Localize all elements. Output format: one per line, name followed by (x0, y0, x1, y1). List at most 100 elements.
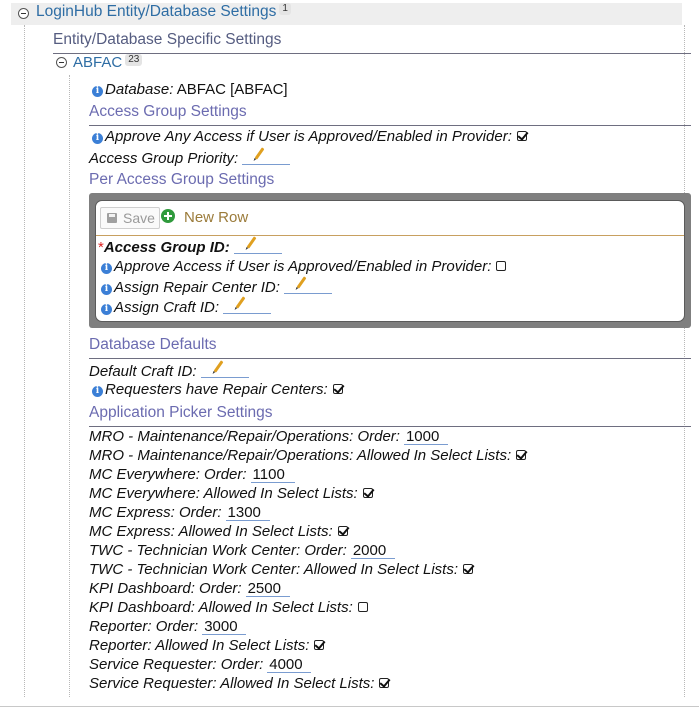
approve-any-access-checkbox[interactable] (516, 131, 527, 141)
access-group-id-label: Access Group ID: (103, 239, 230, 256)
save-button-label: Save (123, 210, 155, 226)
order-value-field[interactable]: 1300 (225, 505, 270, 521)
settings-header-title[interactable]: LoginHub Entity/Database Settings (36, 3, 276, 20)
assign-craft-field[interactable] (223, 296, 272, 314)
settings-count-badge: 1 (279, 3, 291, 15)
app-picker-label: Reporter: Allowed In Select Lists: (89, 637, 310, 654)
app-picker-row: MC Express: Allowed In Select Lists: (89, 523, 348, 540)
info-icon: i (92, 133, 103, 144)
app-picker-label: MC Express: Order: (89, 504, 222, 521)
access-group-priority-field[interactable] (242, 147, 291, 165)
order-value-field[interactable]: 1000 (403, 429, 448, 445)
pencil-icon (213, 360, 224, 373)
assign-craft-label: Assign Craft ID: (114, 299, 220, 316)
app-picker-row: KPI Dashboard: Order: 2500 (89, 580, 290, 597)
app-picker-label: TWC - Technician Work Center: Allowed In… (89, 561, 459, 578)
order-value-field[interactable]: 1100 (250, 467, 295, 483)
divider (89, 358, 691, 359)
default-craft-label: Default Craft ID: (89, 363, 197, 380)
app-picker-row: MRO - Maintenance/Repair/Operations: Ord… (89, 428, 448, 445)
approve-access-label: Approve Access if User is Approved/Enabl… (114, 258, 492, 275)
app-picker-label: MRO - Maintenance/Repair/Operations: Ord… (89, 428, 400, 445)
app-picker-label: MC Everywhere: Allowed In Select Lists: (89, 485, 358, 502)
assign-craft-row: i Assign Craft ID: (101, 296, 272, 316)
tree-guide (24, 25, 25, 697)
grid-header-divider (96, 235, 684, 236)
abfac-collapse-icon[interactable] (56, 57, 67, 68)
app-picker-row: MC Everywhere: Order: 1100 (89, 466, 295, 483)
app-picker-row: Service Requester: Order: 4000 (89, 656, 312, 673)
entity-section-title: Entity/Database Specific Settings (53, 31, 282, 48)
collapse-toggle-icon[interactable] (18, 8, 29, 19)
database-value: ABFAC [ABFAC] (176, 81, 288, 98)
requesters-row: i Requesters have Repair Centers: (92, 381, 343, 398)
info-icon: i (101, 284, 112, 295)
requesters-label: Requesters have Repair Centers: (105, 381, 328, 398)
access-group-id-field[interactable] (233, 236, 282, 254)
approve-access-row: i Approve Access if User is Approved/Enab… (101, 258, 507, 275)
order-value-field[interactable]: 2000 (350, 543, 395, 559)
save-button[interactable]: Save (100, 207, 160, 229)
app-picker-row: MC Express: Order: 1300 (89, 504, 270, 521)
app-picker-row: Reporter: Order: 3000 (89, 618, 247, 635)
app-picker-label: KPI Dashboard: Allowed In Select Lists: (89, 599, 353, 616)
info-icon: i (101, 263, 112, 274)
access-group-title: Access Group Settings (89, 103, 247, 120)
app-picker-label: MC Everywhere: Order: (89, 466, 247, 483)
app-picker-title: Application Picker Settings (89, 404, 273, 421)
app-picker-row: Reporter: Allowed In Select Lists: (89, 637, 325, 654)
order-value-field[interactable]: 3000 (202, 619, 247, 635)
abfac-node[interactable]: ABFAC 23 (73, 54, 143, 71)
divider (89, 426, 691, 427)
info-icon: i (92, 86, 103, 97)
app-picker-row: TWC - Technician Work Center: Allowed In… (89, 561, 474, 578)
pencil-icon (296, 276, 307, 289)
order-value-field[interactable]: 4000 (267, 657, 312, 673)
floppy-icon (107, 213, 117, 223)
allowed-checkbox[interactable] (337, 526, 348, 536)
assign-repair-center-label: Assign Repair Center ID: (114, 279, 280, 296)
database-label: Database: (105, 81, 174, 98)
approve-any-access-label: Approve Any Access if User is Approved/E… (105, 128, 512, 145)
order-value-field[interactable]: 2500 (245, 581, 290, 597)
app-picker-label: KPI Dashboard: Order: (89, 580, 242, 597)
app-picker-row: MC Everywhere: Allowed In Select Lists: (89, 485, 373, 502)
per-access-group-title: Per Access Group Settings (89, 171, 275, 188)
allowed-checkbox[interactable] (357, 602, 368, 612)
bottom-border (0, 706, 699, 707)
pencil-icon (235, 296, 246, 309)
info-icon: i (101, 304, 112, 315)
allowed-checkbox[interactable] (516, 450, 527, 460)
app-picker-label: MRO - Maintenance/Repair/Operations: All… (89, 447, 512, 464)
divider (53, 53, 691, 54)
access-group-priority-row: Access Group Priority: (89, 147, 291, 167)
settings-header[interactable]: LoginHub Entity/Database Settings 1 (36, 3, 291, 21)
app-picker-label: Service Requester: Order: (89, 656, 264, 673)
allowed-checkbox[interactable] (362, 488, 373, 498)
approve-any-access-row: i Approve Any Access if User is Approved/… (92, 128, 527, 145)
app-picker-label: MC Express: Allowed In Select Lists: (89, 523, 333, 540)
allowed-checkbox[interactable] (379, 678, 390, 688)
access-group-priority-label: Access Group Priority: (89, 150, 239, 167)
database-row: i Database: ABFAC [ABFAC] (92, 81, 288, 98)
requesters-checkbox[interactable] (332, 384, 343, 394)
pencil-icon (246, 236, 257, 249)
pencil-icon (254, 147, 265, 160)
default-craft-field[interactable] (200, 360, 249, 378)
assign-repair-center-field[interactable] (283, 276, 332, 294)
tree-guide (69, 75, 70, 697)
app-picker-label: TWC - Technician Work Center: Order: (89, 542, 347, 559)
new-row-button[interactable]: New Row (184, 209, 248, 226)
assign-repair-center-row: i Assign Repair Center ID: (101, 276, 332, 296)
default-craft-row: Default Craft ID: (89, 360, 249, 380)
app-picker-row: MRO - Maintenance/Repair/Operations: All… (89, 447, 527, 464)
abfac-title[interactable]: ABFAC (73, 54, 122, 71)
allowed-checkbox[interactable] (314, 640, 325, 650)
abfac-count-badge: 23 (125, 54, 143, 66)
allowed-checkbox[interactable] (463, 564, 474, 574)
app-picker-row: Service Requester: Allowed In Select Lis… (89, 675, 390, 692)
add-row-icon[interactable] (161, 209, 175, 223)
divider (89, 125, 691, 126)
approve-access-checkbox[interactable] (496, 261, 507, 271)
database-defaults-title: Database Defaults (89, 336, 217, 353)
